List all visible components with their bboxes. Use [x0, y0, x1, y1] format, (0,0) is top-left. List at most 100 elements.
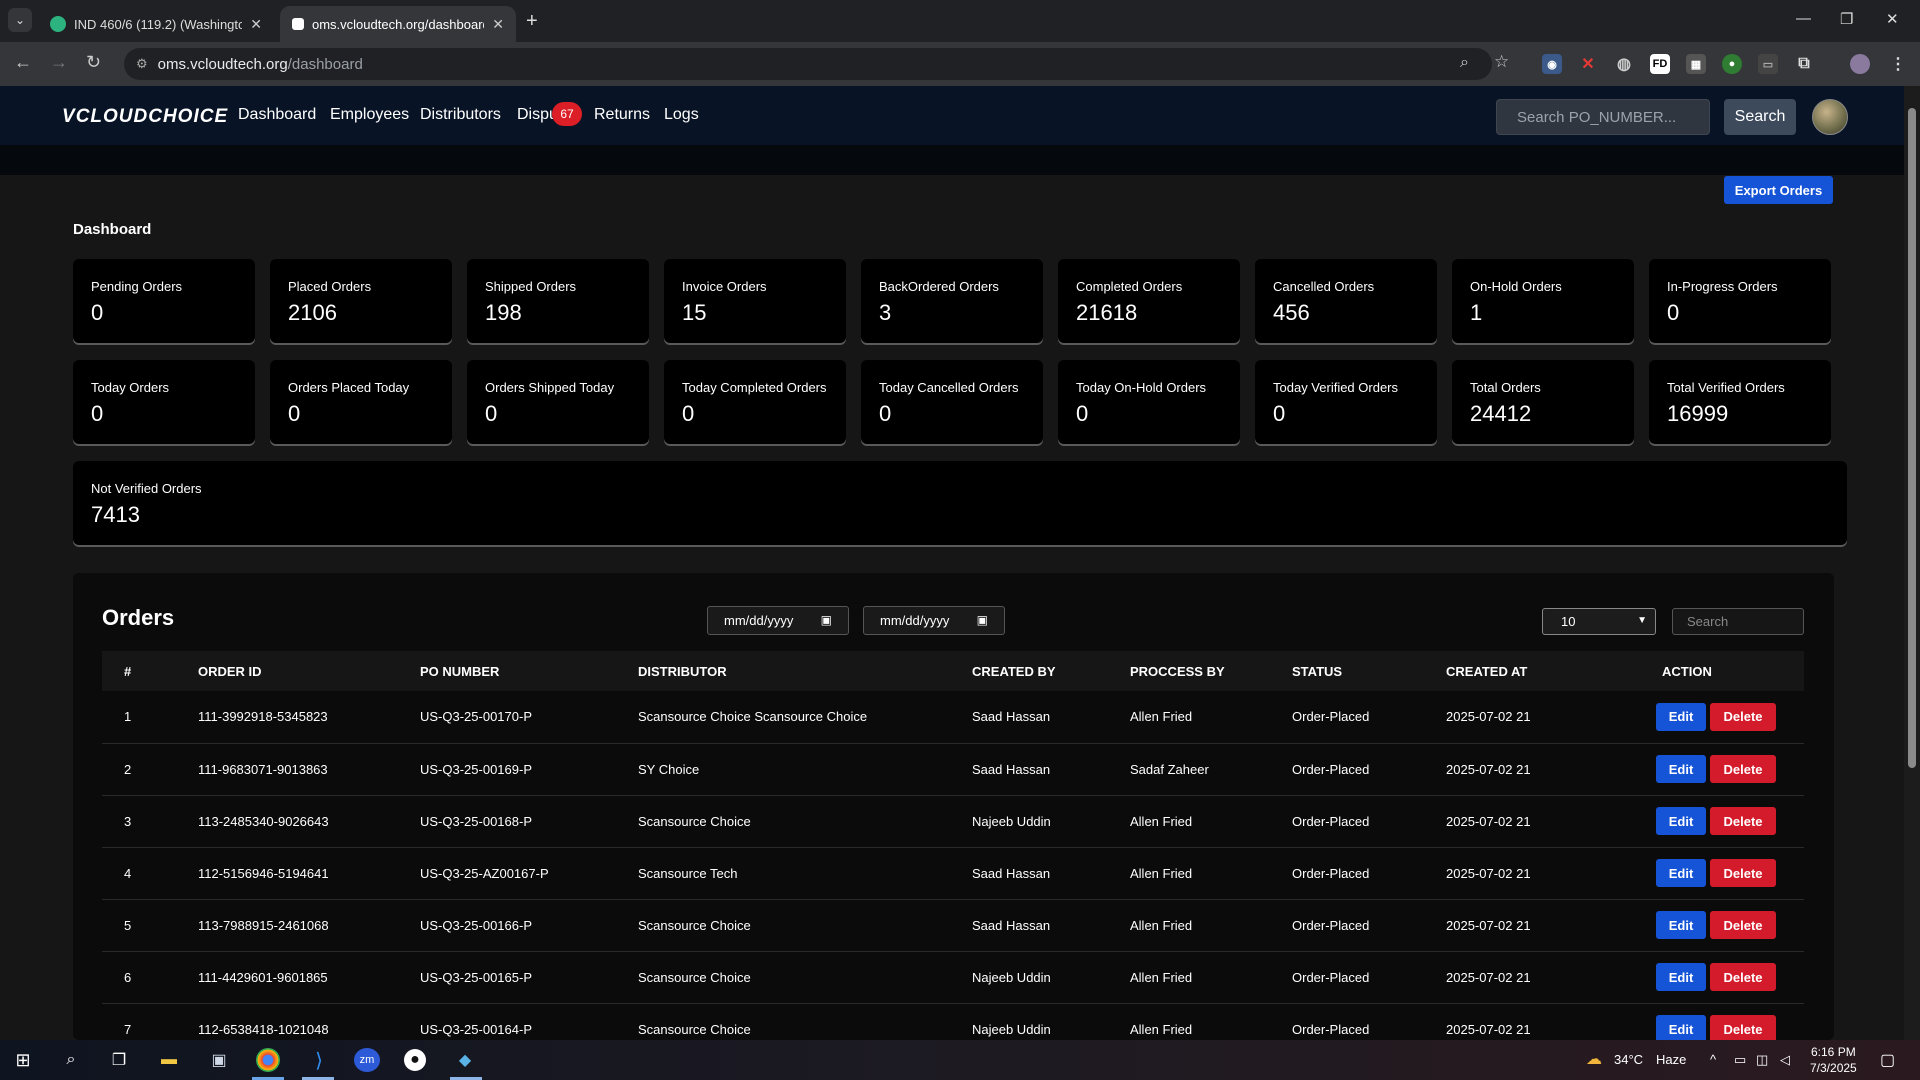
- extension-globe-icon[interactable]: ◍: [1614, 54, 1634, 74]
- edit-button[interactable]: Edit: [1656, 911, 1706, 939]
- minimize-icon[interactable]: —: [1796, 10, 1811, 27]
- app-diamond-icon[interactable]: ◆: [452, 1048, 478, 1072]
- nav-distributors[interactable]: Distributors: [420, 106, 501, 124]
- col-header-po-number[interactable]: PO NUMBER: [420, 651, 638, 691]
- zoom-icon[interactable]: ⌕: [1460, 54, 1469, 72]
- cell-po-number: US-Q3-25-00165-P: [420, 969, 532, 985]
- task-view-icon[interactable]: ❐: [106, 1048, 132, 1072]
- zoom-icon[interactable]: zm: [354, 1048, 380, 1072]
- col-header-status[interactable]: STATUS: [1292, 651, 1446, 691]
- delete-button[interactable]: Delete: [1710, 963, 1776, 991]
- cell-order-id: 112-5156946-5194641: [198, 865, 329, 881]
- browser-menu-icon[interactable]: ⋮: [1888, 54, 1908, 74]
- user-avatar[interactable]: [1812, 99, 1848, 135]
- tab-search-chevron-icon[interactable]: ⌄: [8, 8, 32, 32]
- nav-returns[interactable]: Returns: [594, 106, 650, 124]
- extension-image-icon[interactable]: ▦: [1686, 54, 1706, 74]
- orders-table: # ORDER ID PO NUMBER DISTRIBUTOR CREATED…: [102, 651, 1804, 1055]
- notifications-icon[interactable]: ▢: [1880, 1050, 1895, 1070]
- bookmark-star-icon[interactable]: ☆: [1494, 52, 1509, 72]
- col-header-created-by[interactable]: CREATED BY: [972, 651, 1130, 691]
- calendar-icon[interactable]: ▣: [977, 613, 988, 627]
- stat-card-shipped-today: Orders Shipped Today 0: [467, 360, 649, 444]
- new-tab-icon[interactable]: +: [526, 10, 538, 33]
- nav-employees[interactable]: Employees: [330, 106, 409, 124]
- vscode-icon[interactable]: ⟩: [306, 1048, 332, 1072]
- table-row: 3 113-2485340-9026643 US-Q3-25-00168-P S…: [102, 795, 1804, 847]
- delete-button[interactable]: Delete: [1710, 807, 1776, 835]
- cell-created-at: 2025-07-02 21: [1446, 969, 1531, 985]
- window-close-icon[interactable]: ✕: [1886, 10, 1899, 28]
- delete-button[interactable]: Delete: [1710, 755, 1776, 783]
- app-drop-icon[interactable]: ●: [404, 1049, 426, 1071]
- col-header-process-by[interactable]: PROCCESS BY: [1130, 651, 1292, 691]
- col-header-created-at[interactable]: CREATED AT: [1446, 651, 1636, 691]
- reload-icon[interactable]: ↻: [86, 52, 101, 73]
- edit-button[interactable]: Edit: [1656, 702, 1706, 731]
- stat-value: 3: [879, 300, 892, 325]
- store-icon[interactable]: ▣: [206, 1048, 232, 1072]
- restore-icon[interactable]: ❐: [1840, 10, 1853, 28]
- delete-button[interactable]: Delete: [1710, 859, 1776, 887]
- nav-dashboard[interactable]: Dashboard: [238, 106, 316, 124]
- chrome-icon[interactable]: [256, 1048, 280, 1072]
- system-clock[interactable]: 6:16 PM 7/3/2025: [1810, 1044, 1857, 1076]
- page-scrollbar[interactable]: [1904, 86, 1920, 1040]
- cell-process-by: Allen Fried: [1130, 917, 1193, 933]
- edit-button[interactable]: Edit: [1656, 963, 1706, 991]
- windows-start-icon[interactable]: ⊞: [10, 1048, 36, 1072]
- cell-created-by: Saad Hassan: [972, 709, 1051, 725]
- date-to-input[interactable]: mm/dd/yyyy ▣: [863, 606, 1005, 635]
- col-header-index[interactable]: #: [102, 651, 198, 691]
- close-tab-icon[interactable]: ✕: [492, 16, 504, 33]
- volume-muted-icon[interactable]: ◁: [1780, 1052, 1790, 1068]
- search-button[interactable]: Search: [1724, 99, 1796, 135]
- extension-glasses-icon[interactable]: ◉: [1542, 54, 1562, 74]
- edit-button[interactable]: Edit: [1656, 755, 1706, 783]
- file-explorer-icon[interactable]: ▬: [156, 1048, 182, 1072]
- chevron-down-icon: ▼: [1637, 615, 1647, 626]
- cell-action: Edit Delete: [1636, 795, 1804, 847]
- cell-distributor: Scansource Choice Scansource Choice: [638, 709, 868, 725]
- browser-tab-1[interactable]: IND 460/6 (119.2) (Washington ✕: [38, 6, 274, 42]
- scrollbar-thumb[interactable]: [1908, 108, 1916, 768]
- profile-avatar-icon[interactable]: [1850, 54, 1870, 74]
- col-header-order-id[interactable]: ORDER ID: [198, 651, 420, 691]
- edit-button[interactable]: Edit: [1656, 807, 1706, 835]
- page-size-select[interactable]: 10 ▼: [1542, 608, 1656, 635]
- os-taskbar: ⊞ ⌕ ❐ ▬ ▣ ⟩ zm ● ◆ ☁ 34°C Haze ^ ▭ ◫ ◁ 6…: [0, 1040, 1920, 1080]
- stat-card-cancelled-today: Today Cancelled Orders 0: [861, 360, 1043, 444]
- extensions-puzzle-icon[interactable]: ⧉: [1794, 54, 1814, 74]
- delete-button[interactable]: Delete: [1710, 702, 1776, 731]
- site-info-icon[interactable]: ⚙: [136, 56, 148, 72]
- delete-button[interactable]: Delete: [1710, 911, 1776, 939]
- search-icon[interactable]: ⌕: [58, 1048, 84, 1072]
- close-tab-icon[interactable]: ✕: [250, 16, 262, 33]
- cell-order-id: 111-9683071-9013863: [198, 761, 328, 777]
- browser-tab-2[interactable]: oms.vcloudtech.org/dashboard ✕: [280, 6, 516, 42]
- extension-fd-icon[interactable]: FD: [1650, 54, 1670, 74]
- export-orders-button[interactable]: Export Orders: [1724, 176, 1833, 204]
- col-header-distributor[interactable]: DISTRIBUTOR: [638, 651, 972, 691]
- browser-toolbar: ← → ↻ ⚙ oms.vcloudtech.org/dashboard ⌕ ☆…: [0, 42, 1920, 86]
- weather-desc: Haze: [1656, 1052, 1687, 1067]
- back-icon[interactable]: ←: [14, 52, 32, 73]
- battery-icon[interactable]: ▭: [1734, 1052, 1746, 1068]
- po-number-search-input[interactable]: [1496, 99, 1710, 135]
- weather-icon[interactable]: ☁: [1586, 1049, 1602, 1069]
- nav-logs[interactable]: Logs: [664, 106, 699, 124]
- address-bar[interactable]: ⚙ oms.vcloudtech.org/dashboard: [124, 48, 1492, 80]
- network-icon[interactable]: ◫: [1756, 1052, 1768, 1068]
- tray-chevron-up-icon[interactable]: ^: [1710, 1052, 1716, 1067]
- extension-x-icon[interactable]: ✕: [1578, 54, 1598, 74]
- cell-index: 4: [124, 865, 132, 881]
- forward-icon[interactable]: →: [50, 52, 68, 73]
- date-from-input[interactable]: mm/dd/yyyy ▣: [707, 606, 849, 635]
- table-search-input[interactable]: [1672, 608, 1804, 635]
- extension-gray-icon[interactable]: ▭: [1758, 54, 1778, 74]
- cell-order-id: 111-3992918-5345823: [198, 709, 328, 725]
- calendar-icon[interactable]: ▣: [821, 613, 832, 627]
- brand-logo[interactable]: VCLOUDCHOICE: [62, 106, 228, 128]
- extension-green-icon[interactable]: ●: [1722, 54, 1742, 74]
- edit-button[interactable]: Edit: [1656, 859, 1706, 887]
